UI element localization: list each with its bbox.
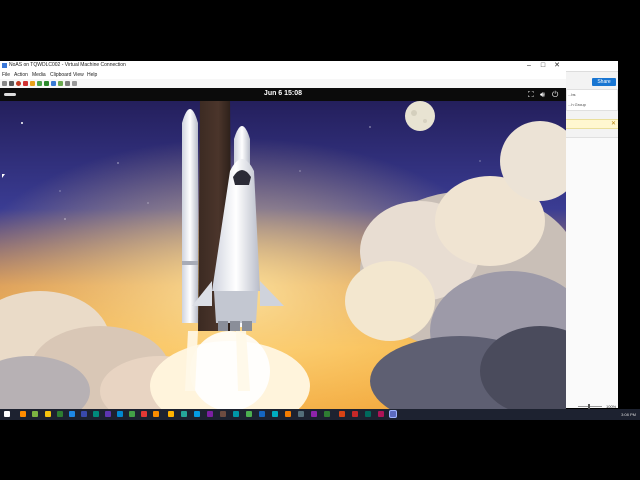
menu-view[interactable]: View (73, 72, 84, 78)
host-panel-line-2: ...h Group (568, 102, 586, 107)
mouse-cursor (2, 174, 5, 178)
app-icon-14[interactable] (220, 411, 226, 417)
app-icon-10[interactable] (168, 411, 174, 417)
power-icon[interactable]: ⏻ (552, 90, 558, 99)
save-state-icon[interactable] (30, 81, 35, 86)
share-button[interactable]: Share (592, 78, 616, 86)
vm-connection-window: NoAS on TQWDLC002 - Virtual Machine Conn… (0, 61, 566, 409)
app-icon-4[interactable] (93, 411, 99, 417)
app-icon-23[interactable] (339, 411, 345, 417)
volume-icon[interactable]: 🔊︎ (540, 90, 545, 99)
app-icon-6[interactable] (117, 411, 123, 417)
search-icon[interactable] (20, 411, 26, 417)
close-icon[interactable]: ✕ (611, 120, 616, 127)
system-clock[interactable]: 3:08 PM (621, 412, 636, 417)
app-icon-2[interactable] (69, 411, 75, 417)
app-icon-11[interactable] (181, 411, 187, 417)
ctrl-alt-del-icon[interactable] (2, 81, 7, 86)
menu-clipboard[interactable]: Clipboard (50, 72, 71, 78)
app-icon-20[interactable] (298, 411, 304, 417)
gnome-top-bar: Jun 6 15:08 ⛶ 🔊︎ ⏻ (0, 88, 566, 101)
host-panel: ...bs ...h Group (566, 89, 618, 111)
file-explorer-icon[interactable] (45, 411, 51, 417)
app-icon-12[interactable] (194, 411, 200, 417)
reset-icon[interactable] (44, 81, 49, 86)
app-icon-8[interactable] (141, 411, 147, 417)
vm-window-title: NoAS on TQWDLC002 - Virtual Machine Conn… (9, 62, 126, 68)
app-icon-22[interactable] (324, 411, 330, 417)
app-icon-3[interactable] (81, 411, 87, 417)
app-icon-9[interactable] (153, 411, 159, 417)
app-icon-1[interactable] (57, 411, 63, 417)
app-icon-7[interactable] (129, 411, 135, 417)
minimize-button[interactable]: – (522, 61, 536, 71)
vm-titlebar[interactable]: NoAS on TQWDLC002 - Virtual Machine Conn… (0, 61, 566, 71)
app-icon-17[interactable] (259, 411, 265, 417)
checkpoint-icon[interactable] (51, 81, 56, 86)
maximize-button[interactable]: □ (536, 61, 550, 71)
host-app-window: Share ...bs ...h Group ✕ (566, 61, 618, 408)
app-icon-15[interactable] (233, 411, 239, 417)
host-app-header (566, 61, 618, 72)
app-icon-18[interactable] (272, 411, 278, 417)
turn-off-icon[interactable] (16, 81, 21, 86)
start-button[interactable] (4, 411, 10, 417)
moon (405, 101, 435, 131)
share-icon[interactable] (72, 81, 77, 86)
host-content-area (566, 137, 618, 408)
app-icon-25[interactable] (365, 411, 371, 417)
shutdown-icon[interactable] (23, 81, 28, 86)
task-view-icon[interactable] (32, 411, 38, 417)
network-icon[interactable]: ⛶ (528, 90, 534, 99)
revert-icon[interactable] (58, 81, 63, 86)
app-icon-16[interactable] (246, 411, 252, 417)
vm-connection-taskbar-icon[interactable] (390, 411, 396, 417)
menu-file[interactable]: File (2, 72, 10, 78)
menu-action[interactable]: Action (14, 72, 28, 78)
app-icon-21[interactable] (311, 411, 317, 417)
host-panel-line-1: ...bs (568, 92, 576, 97)
space-shuttle-wallpaper (0, 101, 566, 409)
app-icon-24[interactable] (352, 411, 358, 417)
vm-menubar: File Action Media Clipboard View Help (0, 71, 566, 79)
enhanced-session-icon[interactable] (65, 81, 70, 86)
menu-media[interactable]: Media (32, 72, 46, 78)
close-button[interactable]: ✕ (550, 61, 564, 71)
app-icon-13[interactable] (207, 411, 213, 417)
menu-help[interactable]: Help (87, 72, 97, 78)
clock[interactable]: Jun 6 15:08 (0, 90, 566, 97)
vm-app-icon (2, 63, 7, 68)
pause-icon[interactable] (37, 81, 42, 86)
guest-desktop[interactable]: Jun 6 15:08 ⛶ 🔊︎ ⏻ (0, 88, 566, 409)
start-icon[interactable] (9, 81, 14, 86)
windows-taskbar: 3:08 PM (0, 409, 640, 420)
app-icon-19[interactable] (285, 411, 291, 417)
app-icon-5[interactable] (105, 411, 111, 417)
app-icon-26[interactable] (378, 411, 384, 417)
notification-bar: ✕ (566, 119, 618, 129)
